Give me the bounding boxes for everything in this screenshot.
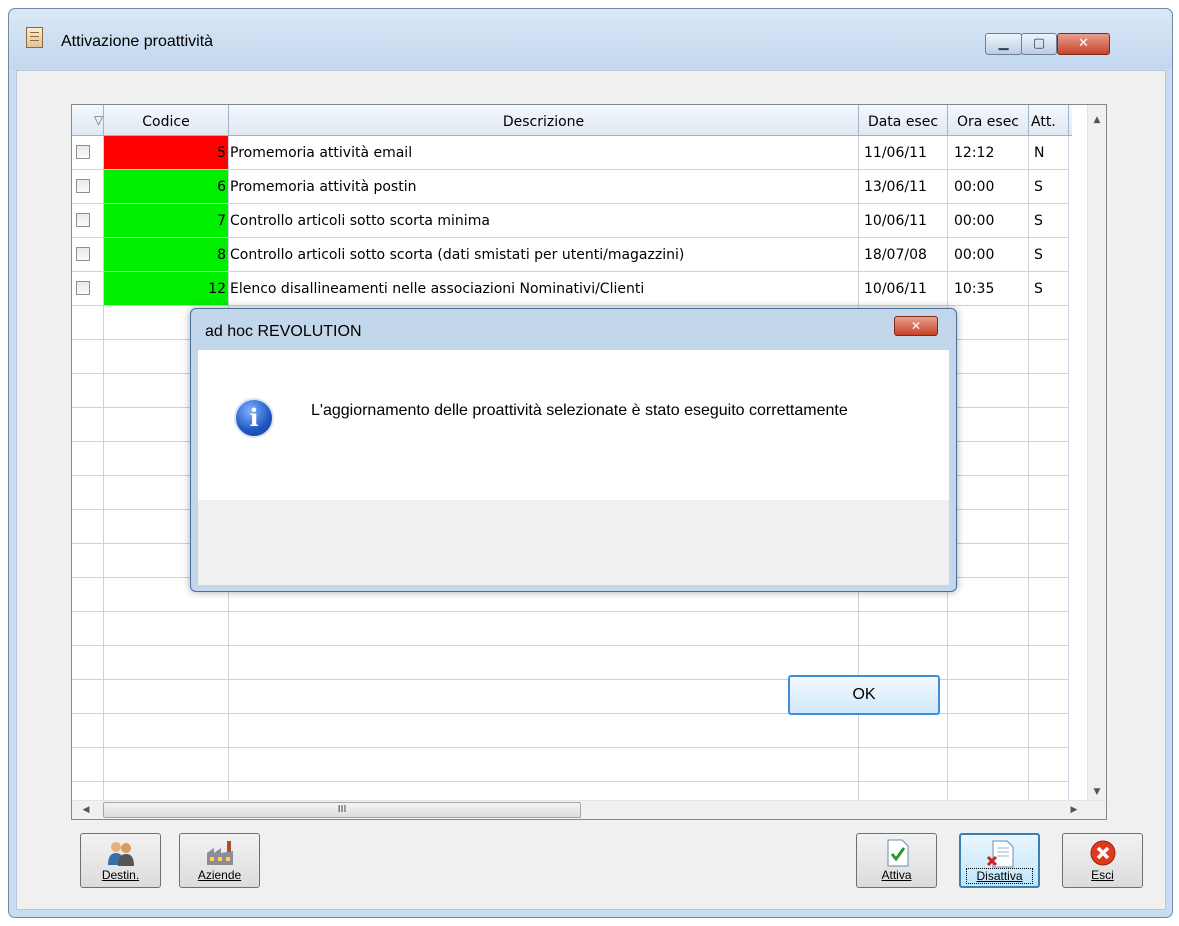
header-data-esec[interactable]: Data esec xyxy=(859,105,948,135)
row-checkbox[interactable] xyxy=(76,179,90,193)
header-descrizione[interactable]: Descrizione xyxy=(229,105,859,135)
dialog-body: i L'aggiornamento delle proattività sele… xyxy=(198,350,949,715)
row-select-cell[interactable] xyxy=(72,136,104,170)
data-esec-cell: 10/06/11 xyxy=(864,281,927,297)
maximize-button[interactable]: ▢ xyxy=(1021,33,1057,55)
codice-cell: 5 xyxy=(104,136,228,170)
codice-cell: 7 xyxy=(104,204,228,238)
table-row[interactable]: 12 Elenco disallineamenti nelle associazi… xyxy=(72,272,1068,306)
dialog-title: ad hoc REVOLUTION xyxy=(205,323,362,340)
descrizione-cell: Elenco disallineamenti nelle associazion… xyxy=(230,281,645,297)
data-esec-cell: 18/07/08 xyxy=(864,247,927,263)
vertical-scrollbar[interactable]: ▲ ▼ xyxy=(1087,105,1106,801)
disattiva-button[interactable]: Disattiva xyxy=(959,833,1040,888)
ok-button[interactable]: OK xyxy=(788,675,940,715)
codice-cell: 12 xyxy=(104,272,228,306)
header-att[interactable]: Att. xyxy=(1029,105,1069,135)
dialog-footer: OK xyxy=(198,500,949,715)
att-cell: S xyxy=(1034,213,1043,229)
descrizione-cell: Promemoria attività email xyxy=(230,145,413,161)
row-select-cell[interactable] xyxy=(72,204,104,238)
dialog-close-button[interactable]: ✕ xyxy=(894,316,938,336)
descrizione-cell: Controllo articoli sotto scorta (dati sm… xyxy=(230,247,685,263)
row-checkbox[interactable] xyxy=(76,281,90,295)
horizontal-scrollbar[interactable]: ◀ III ▶ xyxy=(72,800,1106,819)
factory-icon xyxy=(206,841,233,865)
row-select-cell[interactable] xyxy=(72,170,104,204)
table-row[interactable]: 7 Controllo articoli sotto scorta minima 1… xyxy=(72,204,1068,238)
document-check-icon xyxy=(887,839,908,867)
att-cell: S xyxy=(1034,179,1043,195)
app-icon xyxy=(26,27,43,48)
ora-esec-cell: 10:35 xyxy=(954,281,995,297)
scroll-right-icon[interactable]: ▶ xyxy=(1066,801,1082,819)
row-checkbox[interactable] xyxy=(76,247,90,261)
descrizione-cell: Controllo articoli sotto scorta minima xyxy=(230,213,490,229)
ora-esec-cell: 00:00 xyxy=(954,179,995,195)
descrizione-cell: Promemoria attività postin xyxy=(230,179,417,195)
aziende-button[interactable]: Aziende xyxy=(179,833,260,888)
ora-esec-cell: 00:00 xyxy=(954,213,995,229)
scroll-down-icon[interactable]: ▼ xyxy=(1088,787,1106,797)
data-esec-cell: 13/06/11 xyxy=(864,179,927,195)
info-dialog: ad hoc REVOLUTION ✕ i L'aggiornamento de… xyxy=(190,308,957,715)
data-esec-cell: 10/06/11 xyxy=(864,213,927,229)
document-delete-icon xyxy=(986,840,1013,868)
scroll-up-icon[interactable]: ▲ xyxy=(1088,115,1106,125)
destin-label: Destin. xyxy=(101,868,140,882)
header-ora-esec[interactable]: Ora esec xyxy=(948,105,1029,135)
ora-esec-cell: 12:12 xyxy=(954,145,995,161)
attiva-label: Attiva xyxy=(881,868,912,882)
aziende-label: Aziende xyxy=(197,868,242,882)
att-cell: N xyxy=(1034,145,1045,161)
minimize-button[interactable]: ▁ xyxy=(985,33,1022,55)
table-row[interactable]: 5 Promemoria attività email 11/06/11 12:12 N xyxy=(72,136,1068,170)
table-row[interactable]: 8 Controllo articoli sotto scorta (dati s… xyxy=(72,238,1068,272)
grid-header: ▽ Codice 1 ↓ Descrizione Data esec Ora e… xyxy=(72,105,1072,136)
users-icon xyxy=(107,842,134,866)
exit-icon xyxy=(1090,840,1115,866)
table-row[interactable]: 6 Promemoria attività postin 13/06/11 00:00… xyxy=(72,170,1068,204)
destin-button[interactable]: Destin. xyxy=(80,833,161,888)
info-icon: i xyxy=(234,398,274,438)
scroll-left-icon[interactable]: ◀ xyxy=(78,801,94,819)
header-codice[interactable]: Codice 1 ↓ xyxy=(104,105,229,135)
codice-cell: 8 xyxy=(104,238,228,272)
filter-icon[interactable]: ▽ xyxy=(94,105,103,135)
close-button[interactable]: ✕ xyxy=(1057,33,1110,55)
esci-button[interactable]: Esci xyxy=(1062,833,1143,888)
row-select-cell[interactable] xyxy=(72,238,104,272)
row-checkbox[interactable] xyxy=(76,213,90,227)
horizontal-scroll-thumb[interactable]: III xyxy=(103,802,581,818)
window-title: Attivazione proattività xyxy=(61,33,214,50)
attiva-button[interactable]: Attiva xyxy=(856,833,937,888)
title-bar: Attivazione proattività ▁ ▢ ✕ xyxy=(9,9,1172,69)
row-select-cell[interactable] xyxy=(72,272,104,306)
row-checkbox[interactable] xyxy=(76,145,90,159)
dialog-message: L'aggiornamento delle proattività selezi… xyxy=(311,402,848,419)
header-codice-label: Codice xyxy=(142,114,190,130)
header-select-column[interactable]: ▽ xyxy=(72,105,104,135)
ora-esec-cell: 00:00 xyxy=(954,247,995,263)
codice-cell: 6 xyxy=(104,170,228,204)
data-esec-cell: 11/06/11 xyxy=(864,145,927,161)
esci-label: Esci xyxy=(1091,868,1114,882)
disattiva-label: Disattiva xyxy=(966,868,1033,884)
att-cell: S xyxy=(1034,247,1043,263)
att-cell: S xyxy=(1034,281,1043,297)
